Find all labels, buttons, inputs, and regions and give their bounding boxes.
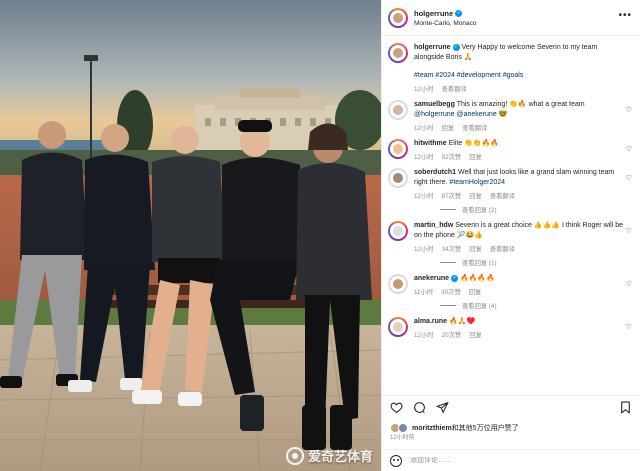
add-comment-bar — [382, 449, 640, 471]
comment-item: martin_hdw Severin is a great choice 👍👍👍… — [388, 221, 634, 253]
avatar[interactable] — [388, 100, 408, 120]
comment-text: 🔥🙏♥️ — [449, 318, 476, 325]
caption-time: 12小时 — [414, 86, 434, 93]
avatar[interactable] — [388, 221, 408, 241]
comment-time: 12小时 — [414, 125, 434, 132]
avatar[interactable] — [388, 317, 408, 337]
comment-time: 12小时 — [414, 193, 434, 200]
caption: holgerrune ✓ Very Happy to welcome Severi… — [388, 43, 634, 93]
comment-time: 12小时 — [414, 154, 434, 161]
comment-reply[interactable]: 回复 — [469, 287, 482, 296]
post-header: holgerrune ✓ Monte-Carlo, Monaco ••• — [382, 0, 640, 36]
comment-text: Elite 👏👏🔥🔥 — [448, 140, 500, 147]
view-replies-label[interactable]: 查看回复 (4) — [462, 301, 497, 310]
comment-item: alma.rune 🔥🙏♥️ 12小时 20次赞 回复 ♡ — [388, 317, 634, 339]
avatar[interactable] — [388, 168, 408, 188]
heart-icon[interactable]: ♡ — [626, 106, 632, 114]
avatar[interactable] — [388, 139, 408, 159]
comment-item: soberdutch1 Well that just looks like a … — [388, 168, 634, 200]
heart-icon[interactable]: ♡ — [626, 145, 632, 153]
post-username[interactable]: holgerrune — [414, 9, 453, 18]
watermark-text: 爱奇艺体育 — [307, 450, 373, 465]
post-side-panel: holgerrune ✓ Monte-Carlo, Monaco ••• holg… — [381, 0, 640, 471]
heart-icon[interactable]: ♡ — [626, 323, 632, 331]
comment-text: This is amazing! 👏🔥 what a great team — [456, 101, 585, 108]
comment-item: samuelbegg This is amazing! 👏🔥 what a gr… — [388, 100, 634, 132]
comment-reply[interactable]: 回复 — [469, 191, 482, 200]
view-replies-label[interactable]: 查看回复 (2) — [462, 205, 497, 214]
likes-user[interactable]: moritzthiem — [412, 425, 452, 432]
photo-illustration — [0, 0, 381, 471]
comment-translate[interactable]: 查看翻译 — [490, 244, 515, 253]
comment-username[interactable]: hitwithme — [414, 140, 447, 147]
heart-icon[interactable] — [390, 401, 403, 414]
caption-username[interactable]: holgerrune — [414, 44, 451, 51]
bookmark-icon[interactable] — [619, 401, 632, 414]
comment-username[interactable]: martin_hdw — [414, 222, 453, 229]
avatar[interactable] — [388, 7, 408, 28]
comment-reply[interactable]: 回复 — [442, 123, 455, 132]
verified-icon: ✓ — [451, 274, 459, 282]
watermark: 爱奇艺体育 — [285, 446, 373, 465]
comment-item: anekerune ✓ 🔥🔥🔥🔥 11小时 30次赞 回复 ♡ — [388, 274, 634, 296]
comment-likes[interactable]: 34次赞 — [442, 244, 462, 253]
view-replies[interactable]: 查看回复 (1) — [440, 258, 634, 267]
comment-username[interactable]: soberdutch1 — [414, 169, 456, 176]
verified-icon: ✓ — [455, 10, 463, 18]
comments-list[interactable]: holgerrune ✓ Very Happy to welcome Severi… — [382, 37, 640, 395]
heart-icon[interactable]: ♡ — [626, 174, 632, 182]
comment-time: 11小时 — [414, 289, 434, 296]
comment-translate[interactable]: 查看翻译 — [462, 123, 487, 132]
share-icon[interactable] — [436, 401, 449, 414]
likes-rest[interactable]: 和其他5万位用户赞了 — [452, 425, 519, 432]
avatar[interactable] — [388, 274, 408, 294]
view-replies-label[interactable]: 查看回复 (1) — [462, 258, 497, 267]
post-time: 12小时前 — [390, 435, 415, 441]
comment-username[interactable]: anekerune — [414, 275, 449, 282]
comment-time: 12小时 — [414, 246, 434, 253]
comment-username[interactable]: samuelbegg — [414, 101, 455, 108]
caption-translate[interactable]: 查看翻译 — [442, 84, 467, 93]
view-replies[interactable]: 查看回复 (2) — [440, 205, 634, 214]
emoji-icon[interactable] — [390, 454, 402, 467]
comment-reply[interactable]: 回复 — [469, 152, 482, 161]
watermark-logo-icon — [285, 446, 304, 465]
post-location[interactable]: Monte-Carlo, Monaco — [414, 20, 477, 27]
comment-translate[interactable]: 查看翻译 — [490, 191, 515, 200]
comment-likes[interactable]: 30次赞 — [441, 287, 461, 296]
post-photo[interactable]: 爱奇艺体育 — [0, 0, 381, 471]
comment-mentions[interactable]: @holgerrune @anekerune 🤓 — [414, 110, 624, 120]
comment-icon[interactable] — [413, 401, 426, 414]
comment-likes[interactable]: 82次赞 — [442, 152, 462, 161]
comment-likes[interactable]: 87次赞 — [442, 191, 462, 200]
avatar[interactable] — [388, 43, 408, 63]
comment-hashtag[interactable]: #teamHolger2024 — [449, 179, 505, 186]
verified-icon: ✓ — [452, 43, 460, 51]
comment-item: hitwithme Elite 👏👏🔥🔥 12小时 82次赞 回复 ♡ — [388, 139, 634, 161]
comment-reply[interactable]: 回复 — [469, 330, 482, 339]
more-dots-icon[interactable]: ••• — [618, 10, 632, 21]
comment-time: 12小时 — [414, 332, 434, 339]
heart-icon[interactable]: ♡ — [626, 280, 632, 288]
comment-username[interactable]: alma.rune — [414, 318, 447, 325]
comment-text: 🔥🔥🔥🔥 — [459, 275, 495, 282]
caption-hashtags[interactable]: #team #2024 #development #goals — [414, 71, 624, 81]
add-comment-input[interactable] — [410, 457, 610, 464]
comment-likes[interactable]: 20次赞 — [442, 330, 462, 339]
view-replies[interactable]: 查看回复 (4) — [440, 301, 634, 310]
heart-icon[interactable]: ♡ — [626, 227, 632, 235]
comment-reply[interactable]: 回复 — [469, 244, 482, 253]
post-actions — [382, 395, 640, 419]
